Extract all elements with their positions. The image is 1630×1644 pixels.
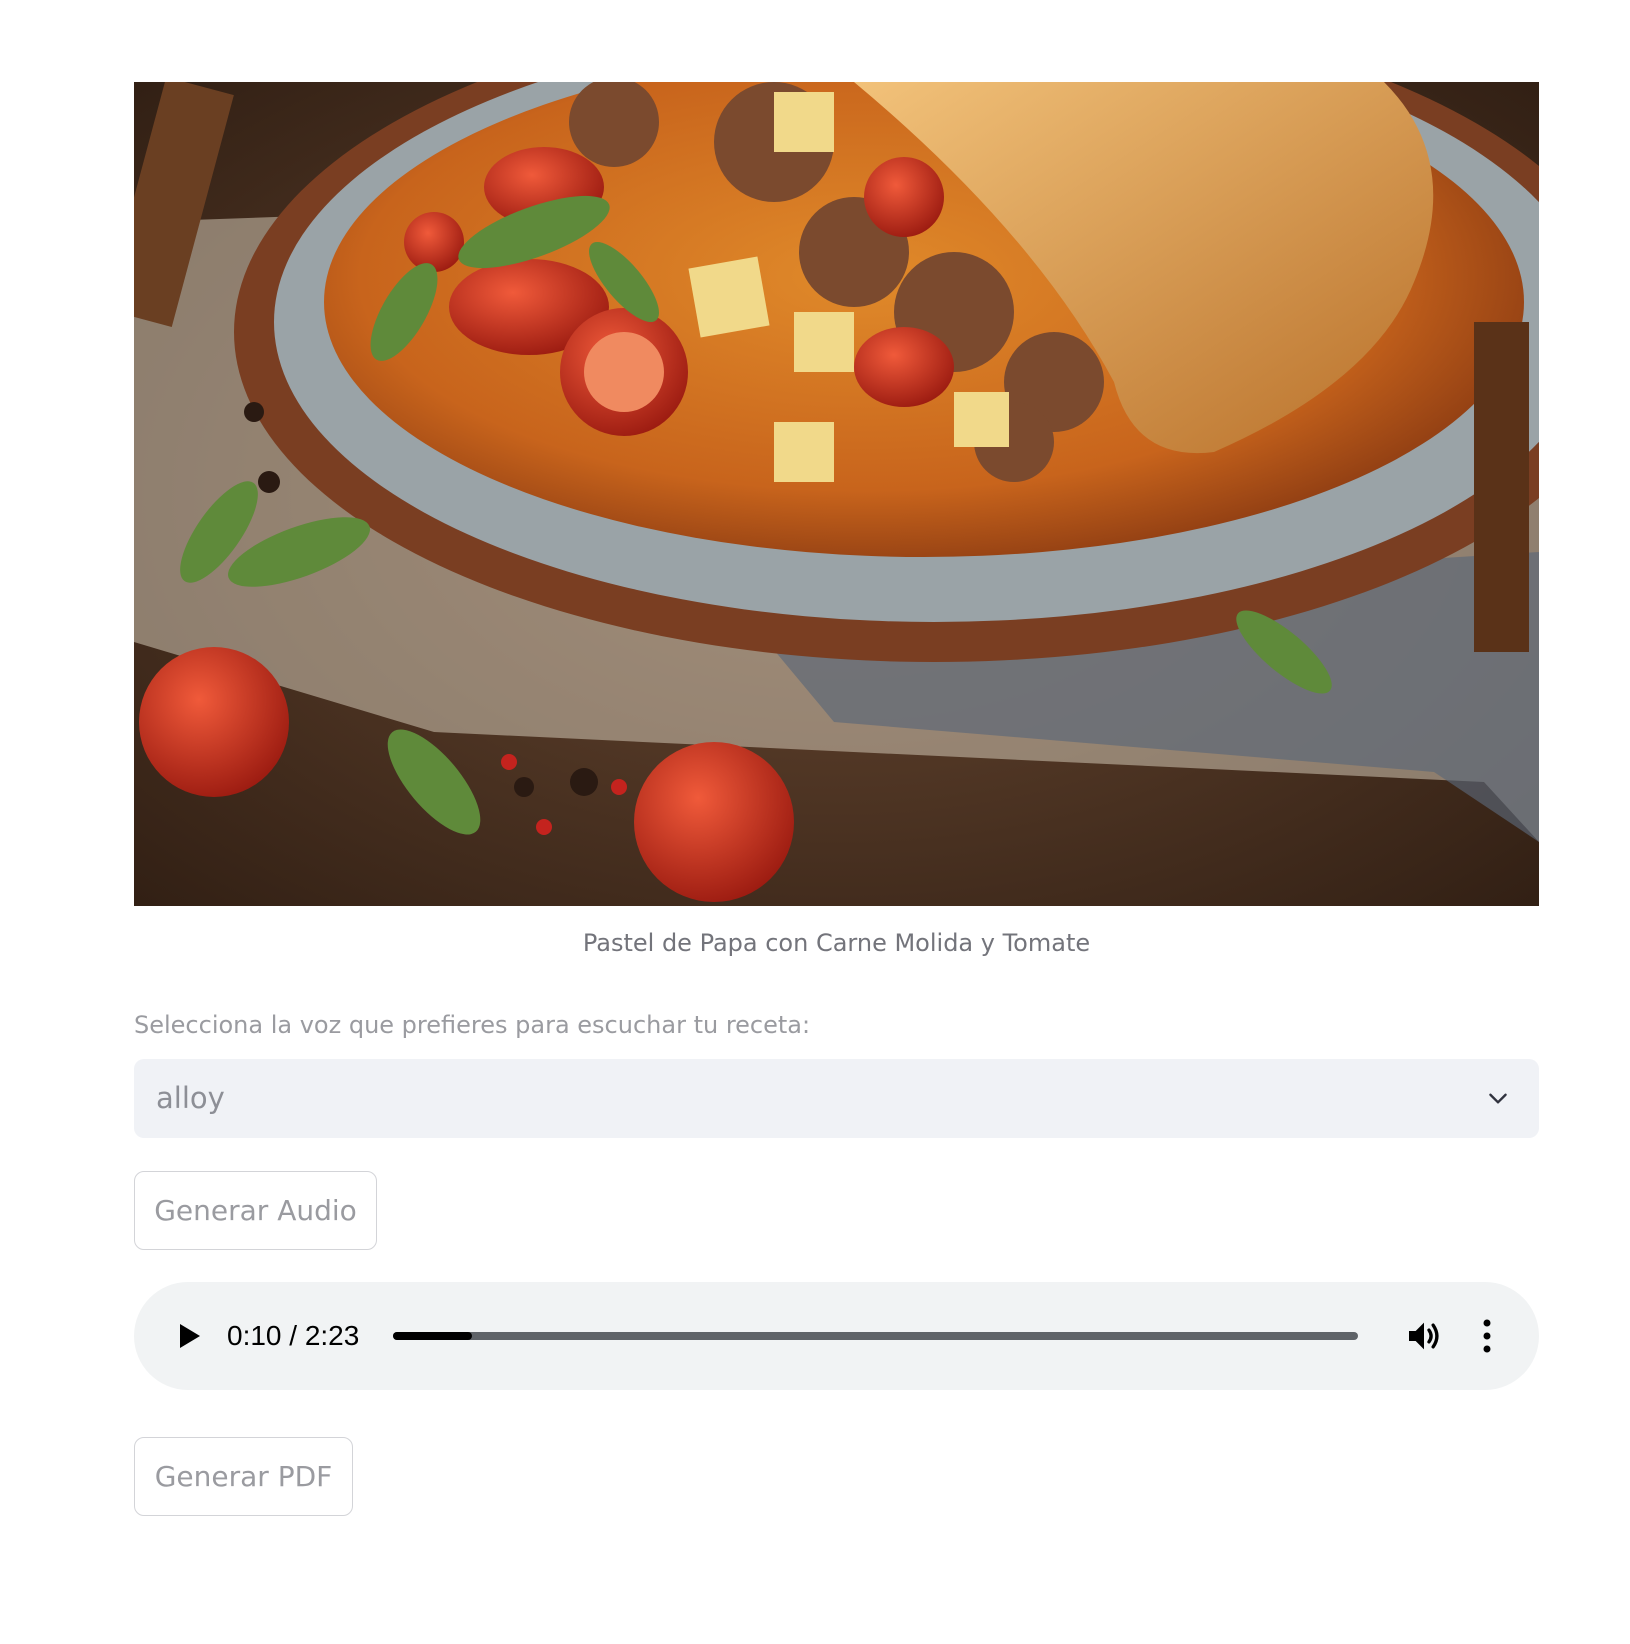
- audio-player: 0:10 / 2:23: [134, 1282, 1539, 1390]
- more-vertical-icon[interactable]: [1479, 1318, 1495, 1354]
- chevron-down-icon: [1489, 1093, 1507, 1104]
- volume-icon[interactable]: [1404, 1316, 1444, 1356]
- voice-select-value: alloy: [156, 1081, 225, 1115]
- voice-select[interactable]: alloy: [134, 1059, 1539, 1138]
- audio-time-display: 0:10 / 2:23: [227, 1320, 360, 1351]
- voice-select-label: Selecciona la voz que prefieres para esc…: [134, 1011, 811, 1039]
- image-caption: Pastel de Papa con Carne Molida y Tomate: [582, 929, 1091, 957]
- play-icon[interactable]: [174, 1320, 204, 1352]
- recipe-image: [134, 82, 1539, 906]
- generate-audio-button[interactable]: Generar Audio: [134, 1171, 377, 1250]
- audio-progress-bar[interactable]: [393, 1332, 1358, 1340]
- generate-pdf-button[interactable]: Generar PDF: [134, 1437, 353, 1516]
- audio-progress-fill: [393, 1332, 473, 1340]
